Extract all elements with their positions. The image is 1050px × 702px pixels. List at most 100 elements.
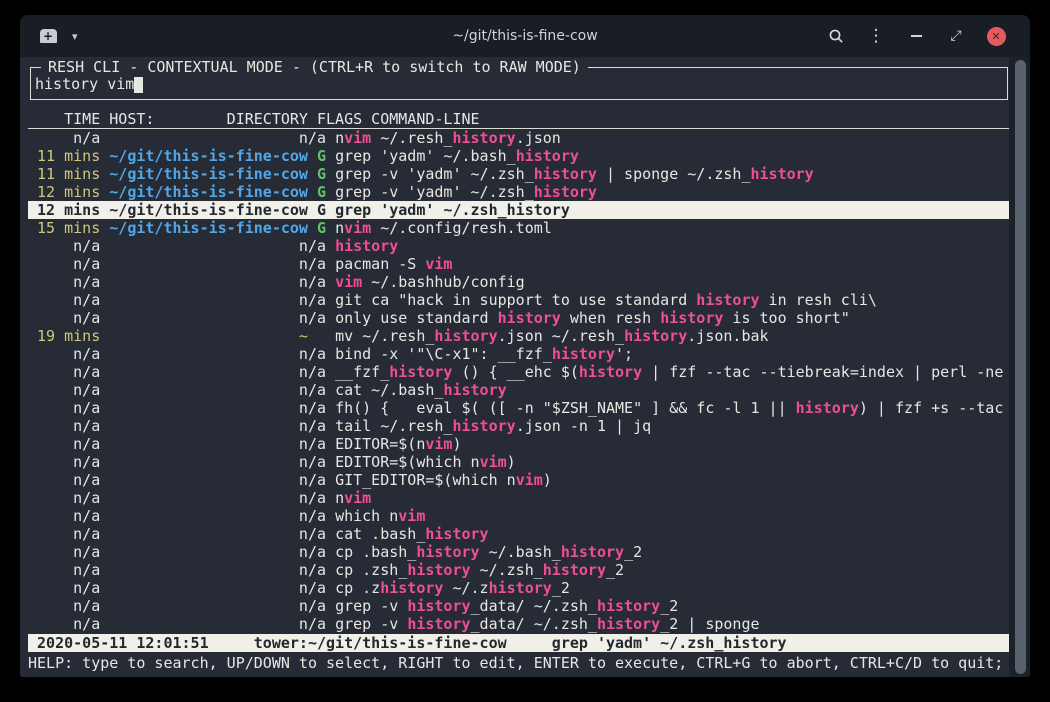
row-segment: _2 [624, 543, 642, 561]
row-segment: vim [480, 453, 507, 471]
row-segment [326, 435, 335, 453]
history-row[interactable]: 11 mins ~/git/this-is-fine-cow G grep -v… [28, 165, 1010, 183]
row-segment [326, 615, 335, 633]
history-row[interactable]: n/a n/a vim ~/.bashhub/config [28, 273, 1010, 291]
history-row[interactable]: n/a n/a GIT_EDITOR=$(which nvim) [28, 471, 1010, 489]
titlebar[interactable]: + ▾ ~/git/this-is-fine-cow ⋮ ⤢ [20, 15, 1030, 57]
restore-button[interactable]: ⤢ [936, 15, 976, 57]
row-segment: n/a [109, 129, 326, 147]
history-row[interactable]: 12 mins ~/git/this-is-fine-cow G grep -v… [28, 183, 1010, 201]
row-segment: history [597, 615, 660, 633]
row-segment: n [335, 489, 344, 507]
row-segment [308, 327, 317, 345]
row-segment [100, 597, 109, 615]
row-segment: n/a [109, 399, 326, 417]
row-segment: '; [615, 345, 633, 363]
row-segment: vim [425, 435, 452, 453]
row-segment: cat ~/.bash_ [335, 381, 443, 399]
row-segment [326, 183, 335, 201]
history-row[interactable]: 15 mins ~/git/this-is-fine-cow G nvim ~/… [28, 219, 1010, 237]
row-segment [100, 507, 109, 525]
history-row[interactable]: n/a n/a git ca "hack in support to use s… [28, 291, 1010, 309]
close-icon: ✕ [991, 30, 1000, 43]
history-row[interactable]: n/a n/a EDITOR=$(which nvim) [28, 453, 1010, 471]
row-segment: EDITOR=$(n [335, 435, 425, 453]
history-row[interactable]: n/a n/a tail ~/.resh_history.json -n 1 |… [28, 417, 1010, 435]
row-segment: n/a [28, 489, 100, 507]
row-segment [100, 255, 109, 273]
row-segment: history [380, 579, 443, 597]
history-row[interactable]: n/a n/a fh() { eval $( ([ -n "$ZSH_NAME"… [28, 399, 1010, 417]
row-segment: n/a [28, 507, 100, 525]
row-segment: n/a [28, 129, 100, 147]
row-segment [326, 417, 335, 435]
row-segment: cat .bash_ [335, 525, 425, 543]
row-segment: history [489, 579, 552, 597]
row-segment: history [696, 291, 759, 309]
row-segment: ) | fzf +s --tac [859, 399, 1004, 417]
row-segment [100, 579, 109, 597]
row-segment: 12 mins [28, 183, 100, 201]
history-row[interactable]: n/a n/a cp .zhistory ~/.zhistory_2 [28, 579, 1010, 597]
row-segment: vim [344, 219, 371, 237]
scrollbar-thumb[interactable] [1015, 60, 1026, 674]
help-line: HELP: type to search, UP/DOWN to select,… [28, 654, 1010, 672]
row-segment: n/a [109, 363, 326, 381]
history-row[interactable]: n/a n/a grep -v history_data/ ~/.zsh_his… [28, 615, 1010, 633]
new-tab-button[interactable]: + [38, 28, 58, 45]
row-segment: G [317, 201, 326, 219]
row-segment: n/a [28, 381, 100, 399]
history-row[interactable]: n/a n/a only use standard history when r… [28, 309, 1010, 327]
history-row[interactable]: n/a n/a bind -x '"\C-x1": __fzf_history'… [28, 345, 1010, 363]
row-segment: _2 [660, 597, 678, 615]
history-row[interactable]: n/a n/a cp .zsh_history ~/.zsh_history_2 [28, 561, 1010, 579]
history-row[interactable]: n/a n/a cat ~/.bash_history [28, 381, 1010, 399]
menu-button[interactable]: ⋮ [856, 15, 896, 57]
history-row[interactable]: 11 mins ~/git/this-is-fine-cow G grep 'y… [28, 147, 1010, 165]
row-segment: n/a [28, 399, 100, 417]
row-segment: ) [507, 453, 516, 471]
row-segment: n/a [28, 471, 100, 489]
terminal-pane[interactable]: RESH CLI - CONTEXTUAL MODE - (CTRL+R to … [20, 57, 1030, 677]
row-segment: G [317, 147, 326, 165]
history-row[interactable]: n/a n/a which nvim [28, 507, 1010, 525]
row-segment: history [507, 201, 570, 219]
row-segment: _2 [606, 561, 624, 579]
row-segment: history [498, 309, 561, 327]
row-segment: n/a [28, 561, 100, 579]
history-row[interactable]: n/a n/a history [28, 237, 1010, 255]
row-segment [326, 219, 335, 237]
row-segment: _2 [552, 579, 570, 597]
search-button[interactable] [816, 15, 856, 57]
close-button[interactable]: ✕ [976, 15, 1016, 57]
history-row[interactable]: n/a n/a __fzf_history () { __ehc $(histo… [28, 363, 1010, 381]
scrollbar-track[interactable] [1009, 57, 1030, 677]
chevron-down-icon[interactable]: ▾ [72, 30, 78, 43]
row-segment: ~/git/this-is-fine-cow [109, 165, 308, 183]
history-row[interactable]: n/a n/a EDITOR=$(nvim) [28, 435, 1010, 453]
history-row[interactable]: 19 mins ~ mv ~/.resh_history.json ~/.res… [28, 327, 1010, 345]
history-row[interactable]: n/a n/a nvim [28, 489, 1010, 507]
history-row-selected[interactable]: 12 mins ~/git/this-is-fine-cow G grep 'y… [28, 201, 1010, 219]
row-segment: n/a [109, 471, 326, 489]
history-row[interactable]: n/a n/a cat .bash_history [28, 525, 1010, 543]
row-segment: ~/.zsh_ [471, 561, 543, 579]
row-segment: 12 mins [28, 201, 100, 219]
history-row[interactable]: n/a n/a pacman -S vim [28, 255, 1010, 273]
row-segment [100, 237, 109, 255]
row-segment: pacman -S [335, 255, 425, 273]
row-segment: n/a [28, 291, 100, 309]
table-column-header: TIME HOST: DIRECTORY FLAGS COMMAND-LINE [28, 110, 1010, 129]
row-segment [100, 543, 109, 561]
history-row[interactable]: n/a n/a nvim ~/.resh_history.json [28, 129, 1010, 147]
row-segment: n/a [28, 579, 100, 597]
minimize-button[interactable] [896, 15, 936, 57]
row-segment [100, 165, 109, 183]
history-row[interactable]: n/a n/a grep -v history_data/ ~/.zsh_his… [28, 597, 1010, 615]
row-segment [100, 129, 109, 147]
row-segment [326, 363, 335, 381]
row-segment [326, 255, 335, 273]
row-segment: ~/.resh_ [371, 129, 452, 147]
history-row[interactable]: n/a n/a cp .bash_history ~/.bash_history… [28, 543, 1010, 561]
row-segment: n/a [109, 507, 326, 525]
